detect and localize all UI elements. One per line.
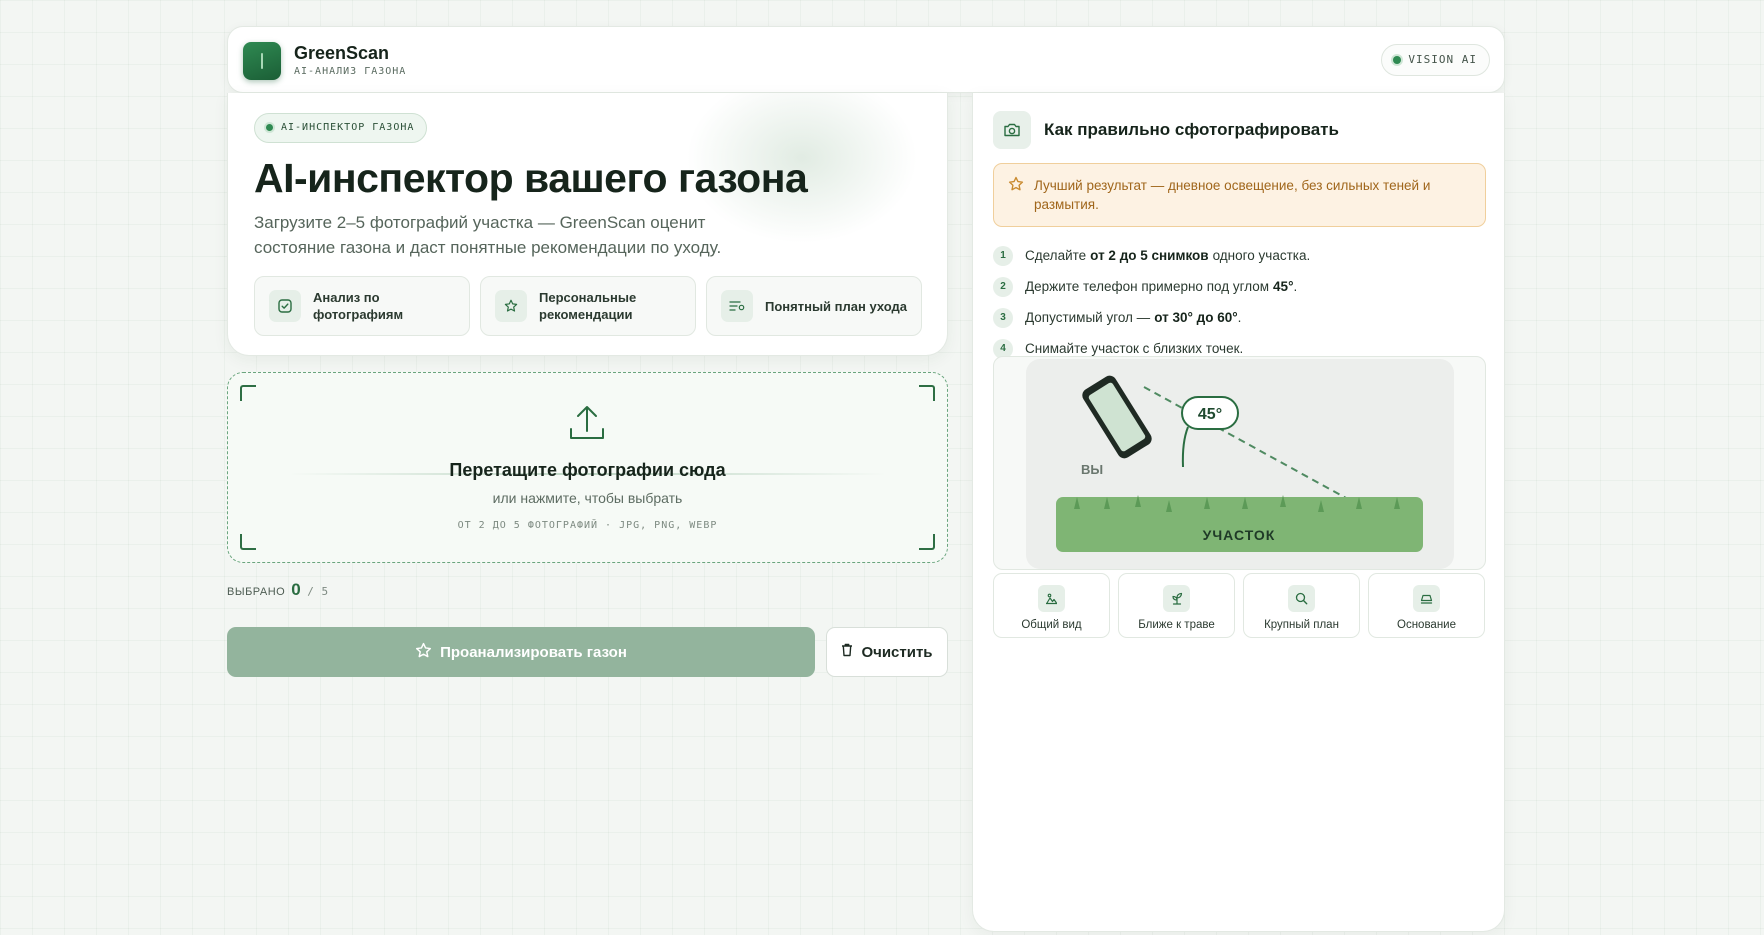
- feature-photo-analysis: Анализ по фотографиям: [254, 276, 470, 336]
- step-text: Снимайте участок с близких точек.: [1025, 341, 1244, 356]
- lighting-tip: Лучший результат — дневное освещение, бе…: [993, 163, 1486, 227]
- step-text: Держите телефон примерно под углом: [1025, 279, 1270, 294]
- upload-icon: [568, 403, 606, 448]
- view-label: Общий вид: [1021, 619, 1082, 631]
- feature-care-plan: Понятный план ухода: [706, 276, 922, 336]
- dropzone-subtitle: или нажмите, чтобы выбрать: [492, 490, 683, 506]
- counter-total: / 5: [307, 585, 329, 598]
- trash-icon: [841, 643, 853, 661]
- step-item: 3 Допустимый угол — от 30° до 60° .: [993, 302, 1486, 333]
- frame-corner: [919, 385, 935, 401]
- angle-value: 45°: [1198, 406, 1222, 423]
- brand-name: GreenScan: [294, 43, 390, 63]
- step-number: 1: [993, 245, 1013, 266]
- star-icon: [415, 642, 432, 663]
- base-icon: [1413, 585, 1440, 612]
- sprout-icon: [1163, 585, 1190, 612]
- frame-corner: [240, 534, 256, 550]
- you-label: ВЫ: [1081, 462, 1103, 477]
- view-closeup: Крупный план: [1243, 573, 1360, 638]
- leaf-logo-icon: [243, 42, 281, 80]
- step-text-end: .: [1237, 310, 1242, 325]
- step-item: 2 Держите телефон примерно под углом 45°…: [993, 271, 1486, 302]
- list-icon: [721, 290, 753, 322]
- clear-button[interactable]: Очистить: [826, 627, 948, 677]
- vision-ai-badge: VISION AI: [1381, 44, 1490, 76]
- step-emphasis: от 30° до 60°: [1154, 310, 1238, 325]
- camera-icon: [993, 111, 1031, 149]
- frame-corner: [919, 534, 935, 550]
- clear-button-label: Очистить: [861, 643, 933, 661]
- brand: GreenScan AI-АНАЛИЗ ГАЗОНА: [294, 43, 406, 77]
- photo-guide-panel: Как правильно сфотографировать Лучший ре…: [972, 93, 1505, 932]
- step-text-end: .: [1293, 279, 1298, 294]
- view-label: Ближе к траве: [1138, 619, 1215, 631]
- view-label: Основание: [1397, 619, 1456, 631]
- landscape-icon: [1038, 585, 1065, 612]
- analyze-lawn-button[interactable]: Проанализировать газон: [227, 627, 815, 677]
- angle-diagram: 45° ВЫ УЧАСТОК: [1026, 359, 1454, 569]
- view-general: Общий вид: [993, 573, 1110, 638]
- tip-text: Лучший результат — дневное освещение, бе…: [1034, 178, 1431, 212]
- dropzone-hint: ОТ 2 ДО 5 ФОТОГРАФИЙ · JPG, PNG, WEBP: [457, 520, 718, 531]
- step-text-end: одного участка.: [1212, 248, 1311, 263]
- view-label: Крупный план: [1264, 619, 1339, 631]
- star-icon: [1008, 176, 1024, 197]
- feature-recommendations: Персональные рекомендации: [480, 276, 696, 336]
- step-emphasis: от 2 до 5 снимков: [1090, 248, 1209, 263]
- area-label: УЧАСТОК: [1203, 527, 1276, 543]
- feature-list: Анализ по фотографиям Персональные реком…: [254, 276, 922, 336]
- selected-counter: ВЫБРАНО 0 / 5: [227, 580, 329, 600]
- page-title: AI-инспектор вашего газона: [254, 155, 808, 201]
- angle-illustration: 45° ВЫ УЧАСТОК: [993, 356, 1486, 570]
- hero-badge: AI-ИНСПЕКТОР ГАЗОНА: [254, 113, 428, 143]
- steps-list: 1 Сделайте от 2 до 5 снимков одного учас…: [993, 240, 1486, 364]
- hero-card: AI-ИНСПЕКТОР ГАЗОНА AI-инспектор вашего …: [227, 93, 948, 356]
- guide-header: Как правильно сфотографировать: [993, 111, 1339, 149]
- brand-subtitle: AI-АНАЛИЗ ГАЗОНА: [294, 66, 407, 77]
- step-item: 1 Сделайте от 2 до 5 снимков одного учас…: [993, 240, 1486, 271]
- counter-label: ВЫБРАНО: [227, 586, 286, 598]
- step-text: Допустимый угол —: [1025, 310, 1151, 325]
- counter-selected: 0: [291, 580, 302, 599]
- view-base: Основание: [1368, 573, 1485, 638]
- photo-dropzone[interactable]: Перетащите фотографии сюда или нажмите, …: [227, 372, 948, 563]
- feature-label: Анализ по фотографиям: [313, 290, 404, 322]
- step-number: 2: [993, 276, 1013, 297]
- lawn-area: [1056, 497, 1423, 552]
- step-text: Сделайте: [1025, 248, 1087, 263]
- check-square-icon: [269, 290, 301, 322]
- view-closer: Ближе к траве: [1118, 573, 1235, 638]
- step-number: 3: [993, 307, 1013, 328]
- frame-corner: [240, 385, 256, 401]
- magnifier-icon: [1288, 585, 1315, 612]
- analyze-button-label: Проанализировать газон: [440, 643, 627, 661]
- view-types: Общий вид Ближе к траве Крупный план Осн…: [993, 573, 1485, 638]
- dropzone-title: Перетащите фотографии сюда: [449, 460, 726, 480]
- hero-description: Загрузите 2–5 фотографий участка — Green…: [254, 213, 722, 257]
- feature-label: Понятный план ухода: [765, 298, 907, 314]
- star-icon: [495, 290, 527, 322]
- app-header: GreenScan AI-АНАЛИЗ ГАЗОНА VISION AI: [227, 26, 1505, 93]
- feature-label: Персональные рекомендации: [539, 290, 637, 322]
- step-emphasis: 45°: [1273, 279, 1294, 294]
- guide-title: Как правильно сфотографировать: [1044, 120, 1339, 139]
